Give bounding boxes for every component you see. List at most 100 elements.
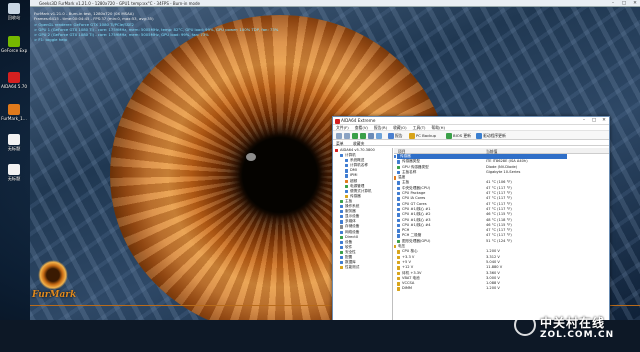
tree-item-icon (340, 210, 344, 214)
aida64-titlebar: AIDA64 Extreme – □ ✕ (333, 117, 609, 125)
report-button-icon[interactable] (388, 132, 394, 139)
tree-item-icon (340, 261, 344, 265)
list-row-icon (397, 213, 401, 217)
desktop-icon-untitled[interactable]: 无标题 (1, 164, 27, 181)
list-row-icon (397, 282, 401, 286)
tree-item-icon (340, 225, 344, 229)
tree-item-icon (340, 199, 344, 204)
menu-file[interactable]: 文件(F) (336, 125, 349, 130)
list-row-icon (397, 218, 401, 222)
list-row-icon (397, 170, 401, 175)
tree-item-icon (345, 179, 349, 183)
osd-line: Frames:6415 - time:00:04:45 - FPS:37 (mi… (34, 16, 154, 21)
list-row-icon (397, 276, 401, 281)
close-icon[interactable]: ✕ (630, 0, 640, 7)
desktop: Geeks3D FurMark v1.21.0 - 1280x720 - GPU… (0, 0, 640, 352)
tree-item-icon (345, 159, 349, 163)
recycle-bin-icon (8, 3, 20, 14)
menu-favorites[interactable]: 收藏(O) (393, 125, 407, 130)
menu-report[interactable]: 报告(R) (374, 125, 387, 130)
tab-favorites[interactable]: 收藏夹 (353, 141, 364, 147)
list-row-icon (397, 229, 401, 233)
desktop-icon-column: 回收站 GeForce Experience AIDA64 5.70 FurMa… (0, 0, 30, 352)
aida64-window: AIDA64 Extreme – □ ✕ 文件(F) 查看(V) 报告(R) 收… (332, 116, 610, 322)
list-value: 1.200 V (486, 286, 500, 291)
desktop-icon-label: AIDA64 5.70 (1, 84, 27, 89)
tree-item-icon (340, 230, 344, 234)
refresh-icon[interactable] (360, 132, 366, 139)
tree-item-icon (340, 245, 344, 249)
list-row-icon (397, 160, 401, 164)
list-row-icon (397, 202, 401, 207)
driver-update-icon[interactable] (476, 132, 482, 139)
toolbar-driver-update-button[interactable]: 驱动程序更新 (483, 133, 506, 139)
tree-item-icon (345, 174, 349, 178)
list-row-icon (397, 266, 401, 270)
desktop-icon-label: GeForce Experience (1, 48, 27, 53)
desktop-icon-aida64[interactable]: AIDA64 5.70 (1, 72, 27, 89)
list-row-icon (397, 192, 401, 196)
tree-item-icon (345, 184, 349, 188)
list-row-icon (397, 197, 401, 201)
aida64-logo-icon (335, 118, 340, 124)
aida64-panel-tabs: 菜单 收藏夹 (333, 140, 609, 146)
minimize-icon[interactable]: – (579, 117, 589, 125)
close-icon[interactable]: ✕ (599, 117, 609, 125)
tree-item-icon (340, 250, 344, 255)
pc-backup-icon[interactable] (409, 132, 415, 139)
up-icon[interactable] (352, 132, 358, 139)
chart-icon[interactable] (376, 132, 382, 139)
osd-line: > F1: toggle help (34, 37, 67, 42)
navigation-tree: AIDA64 v5.70.3800 计算机 系统概述 计算机名称 DMI IPMI 超频 电源… (333, 148, 393, 321)
desktop-icon-untitled[interactable]: 无标题 (1, 134, 27, 151)
desktop-icon-label: 回收站 (7, 15, 21, 20)
document-icon (8, 134, 20, 145)
forward-icon[interactable] (344, 132, 350, 139)
aida64-body: AIDA64 v5.70.3800 计算机 系统概述 计算机名称 DMI IPMI 超频 电源… (333, 148, 609, 321)
bios-update-icon[interactable] (446, 132, 452, 139)
furmark-icon (8, 104, 20, 115)
list-row-icon (394, 176, 397, 180)
list-row-icon (397, 250, 401, 254)
toolbar-report-button[interactable]: 报告 (395, 133, 403, 139)
furmark-logo: FurMark (32, 260, 78, 306)
tree-item-icon (340, 255, 344, 260)
tree-item-icon (335, 149, 339, 153)
menu-tools[interactable]: 工具(T) (413, 125, 426, 130)
list-row[interactable]: DIMM 1.200 V (394, 286, 609, 291)
aida64-toolbar: 报告 PC Backup BIOS 更新 驱动程序更新 (333, 131, 609, 140)
tree-item-icon (340, 215, 344, 219)
tree-item-icon (345, 169, 349, 173)
list-row-icon (397, 181, 401, 185)
pupil-glint (246, 153, 256, 161)
desktop-icon-label: FurMark_1... (1, 116, 27, 121)
maximize-icon[interactable]: □ (589, 117, 599, 125)
maximize-icon[interactable]: □ (619, 0, 629, 7)
user-icon[interactable] (368, 132, 374, 139)
aida64-icon (8, 72, 20, 83)
tab-menu[interactable]: 菜单 (336, 141, 344, 147)
toolbar-pc-backup-button[interactable]: PC Backup (416, 133, 436, 138)
desktop-icon-furmark[interactable]: FurMark_1... (1, 104, 27, 121)
furmark-title-text: Geeks3D FurMark v1.21.0 - 1280x720 - GPU… (39, 1, 200, 6)
zol-watermark-cn: 中关村在线 (540, 316, 606, 330)
tree-item-icon (340, 240, 344, 244)
list-row-icon (397, 207, 401, 212)
aida64-title-text: AIDA64 Extreme (341, 118, 376, 123)
zol-watermark: 中关村在线 ZOL.COM.CN (514, 310, 634, 350)
menu-view[interactable]: 查看(V) (355, 125, 368, 130)
minimize-icon[interactable]: – (608, 0, 618, 7)
menu-help[interactable]: 帮助(H) (432, 125, 445, 130)
back-icon[interactable] (336, 132, 342, 139)
tree-item-icon (340, 154, 344, 158)
desktop-icon-recycle-bin[interactable]: 回收站 (1, 3, 27, 20)
furmark-titlebar: Geeks3D FurMark v1.21.0 - 1280x720 - GPU… (30, 0, 640, 7)
list-row-icon (397, 255, 401, 260)
zol-logo-icon (514, 314, 536, 336)
furmark-logo-text: FurMark (32, 290, 77, 300)
tree-item[interactable]: 性能测试 (333, 265, 392, 270)
tree-item-icon (340, 205, 344, 209)
toolbar-bios-update-button[interactable]: BIOS 更新 (453, 133, 471, 139)
desktop-icon-geforce-experience[interactable]: GeForce Experience (1, 36, 27, 53)
tree-item-icon (340, 266, 344, 270)
